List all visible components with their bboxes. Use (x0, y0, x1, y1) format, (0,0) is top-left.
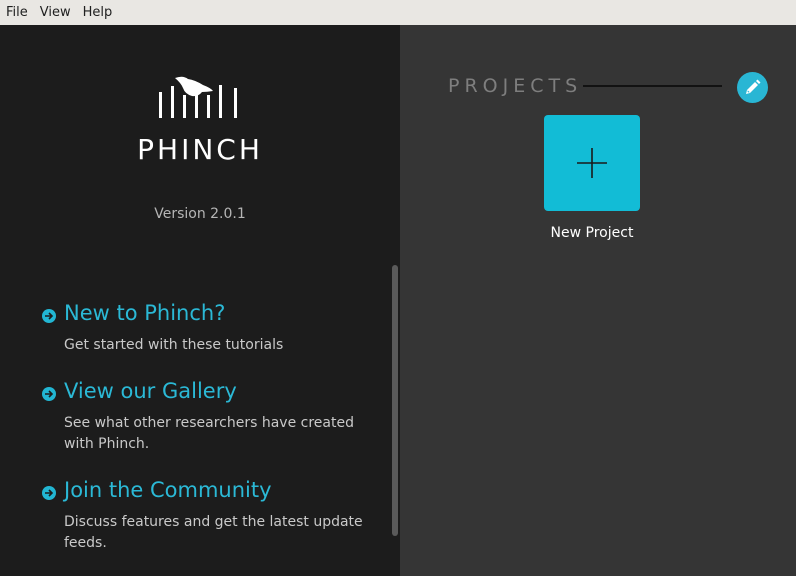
arrow-right-circle-icon (42, 486, 56, 500)
projects-panel: PROJECTS New Project (400, 25, 796, 576)
phinch-logo-icon (159, 76, 237, 118)
brand-wordmark: PHINCH (137, 133, 263, 166)
new-project-button[interactable] (544, 115, 640, 211)
link-description: Discuss features and get the latest upda… (64, 514, 363, 551)
arrow-right-circle-icon (42, 309, 56, 323)
projects-divider (583, 85, 722, 87)
sidebar-panel: PHINCH Version 2.0.1 New to Phinch? Get … (0, 25, 400, 576)
projects-heading: PROJECTS (448, 75, 583, 97)
version-text: Version 2.0.1 (154, 206, 246, 222)
plus-icon (577, 148, 607, 178)
sidebar-scrollbar[interactable] (392, 265, 398, 536)
link-title[interactable]: New to Phinch? (64, 301, 225, 325)
menu-file[interactable]: File (0, 0, 34, 25)
arrow-right-circle-icon (42, 387, 56, 401)
menu-view[interactable]: View (34, 0, 77, 25)
menu-bar: File View Help (0, 0, 796, 26)
link-description: Get started with these tutorials (64, 337, 284, 353)
pencil-icon (746, 79, 761, 94)
link-description: See what other researchers have created … (64, 415, 354, 452)
link-title[interactable]: Join the Community (64, 478, 272, 502)
link-title[interactable]: View our Gallery (64, 379, 237, 403)
new-project-label[interactable]: New Project (532, 225, 652, 241)
edit-projects-button[interactable] (737, 72, 768, 103)
menu-help[interactable]: Help (77, 0, 119, 25)
